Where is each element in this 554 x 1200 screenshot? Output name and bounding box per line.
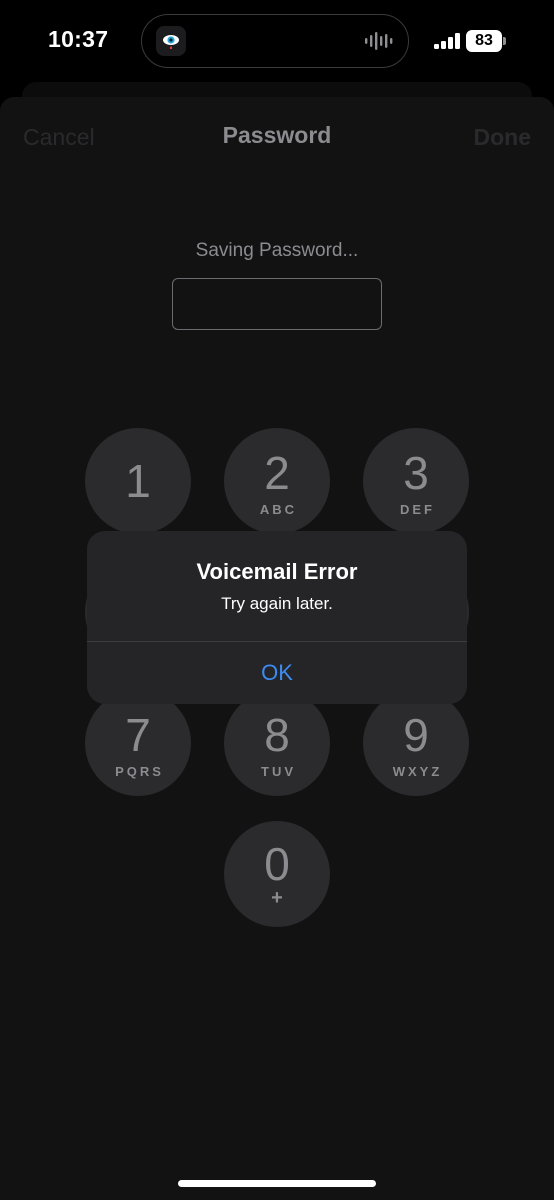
keypad-key-7[interactable]: 7 PQRS [85,690,191,796]
key-digit: 9 [403,709,429,761]
page-title: Password [222,122,332,148]
key-digit: 3 [403,447,429,499]
battery-level: 83 [475,32,493,49]
alert-title: Voicemail Error [196,559,358,584]
dynamic-island[interactable] [141,14,409,68]
key-digit: 8 [264,709,290,761]
ok-button[interactable]: OK [87,642,467,704]
key-letters: ABC [259,502,298,517]
keypad-key-3[interactable]: 3 DEF [363,428,469,534]
status-time: 10:37 [48,26,109,52]
key-digit: 2 [264,447,290,499]
keypad-key-9[interactable]: 9 WXYZ [363,690,469,796]
keypad-key-8[interactable]: 8 TUV [224,690,330,796]
password-field[interactable] [172,278,382,330]
key-letters: PQRS [115,764,164,779]
key-digit: 1 [125,455,151,507]
key-letters: WXYZ [392,764,443,779]
home-indicator[interactable] [178,1180,376,1187]
key-letters: DEF [400,502,435,517]
saving-status-label: Saving Password... [195,240,359,261]
key-digit: 0 [264,838,290,890]
voicemail-error-alert: Voicemail Error Try again later. OK [87,531,467,704]
keypad-key-1[interactable]: 1 [85,428,191,534]
keypad-key-0[interactable]: 0 + [224,821,330,927]
keypad-key-2[interactable]: 2 ABC [224,428,330,534]
alert-message: Try again later. [221,594,333,613]
eye-app-icon [156,26,186,56]
audio-waveform-icon [365,32,393,50]
battery-nub [503,37,506,45]
done-button[interactable]: Done [474,124,532,151]
key-plus: + [271,887,283,909]
key-digit: 7 [125,709,151,761]
cellular-signal-icon [434,33,460,49]
battery-icon: 83 [466,30,502,52]
key-letters: TUV [261,764,296,779]
